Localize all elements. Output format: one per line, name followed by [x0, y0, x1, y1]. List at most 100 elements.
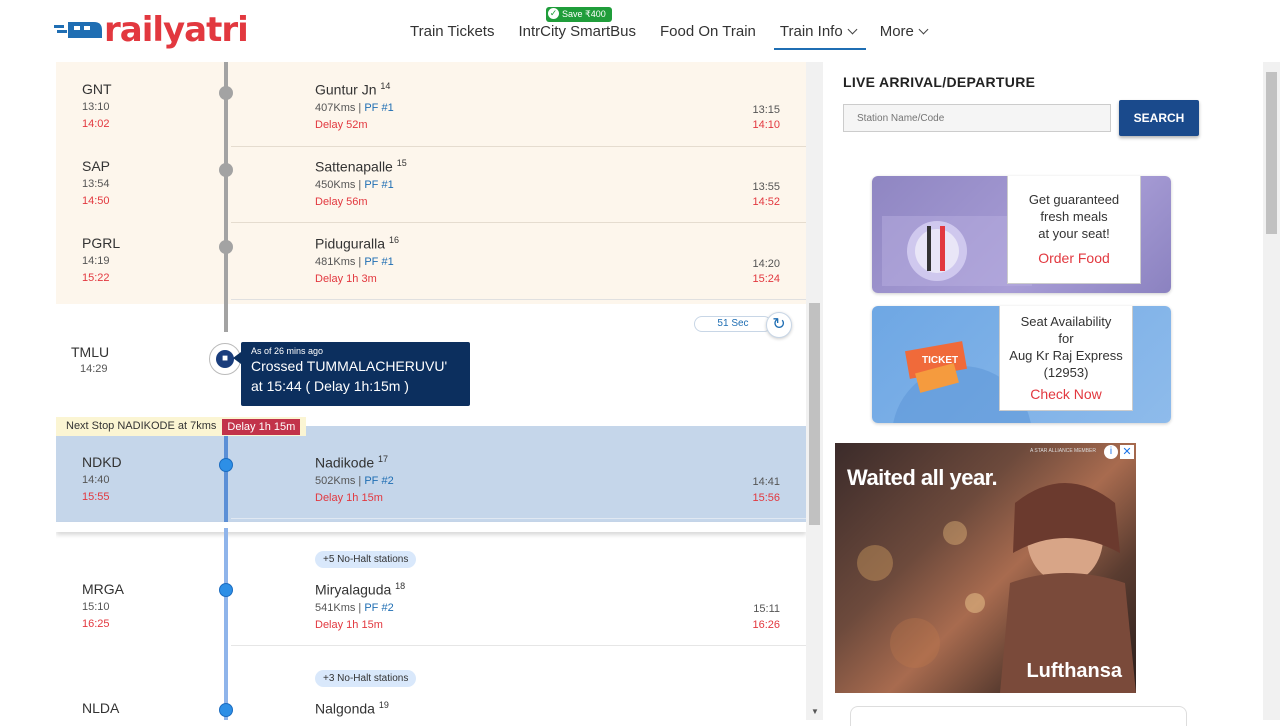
station-row-sap[interactable]: SAP 13:54 14:50 Sattenapalle 15 450Kms |… — [56, 147, 806, 223]
nav-train-info[interactable]: Train Info — [768, 0, 868, 62]
station-code: NDKD — [82, 454, 122, 470]
status-message: Crossed TUMMALACHERUVU' at 15:44 ( Delay… — [251, 358, 448, 394]
scheduled-arrival: 13:54 — [82, 178, 110, 190]
station-number: 16 — [388, 235, 399, 245]
check-now-link[interactable]: Check Now — [1000, 386, 1132, 403]
scheduled-departure: 15:11 — [753, 603, 780, 615]
station-dot — [219, 86, 233, 100]
distance-kms: 450Kms — [315, 179, 356, 191]
station-name-text: Piduguralla — [315, 235, 386, 252]
station-name: Miryalaguda 18 — [315, 581, 405, 598]
promo-card: Seat Availability for Aug Kr Raj Express… — [999, 306, 1133, 411]
no-halt-stations-badge[interactable]: +3 No-Halt stations — [315, 670, 417, 687]
scroll-down-arrow-icon[interactable]: ▼ — [811, 707, 819, 716]
promo-text-line: Seat Availability — [1020, 314, 1112, 329]
advertisement[interactable]: Waited all year. A STAR ALLIANCE MEMBER … — [835, 443, 1136, 693]
row-divider — [231, 645, 806, 646]
row-divider — [231, 518, 806, 519]
timeline-scrollbar[interactable]: ▼ — [806, 62, 823, 720]
timeline-upcoming-line — [224, 426, 228, 522]
actual-arrival: 14:02 — [82, 118, 110, 130]
actual-departure: 15:24 — [752, 273, 780, 285]
station-search-input[interactable] — [843, 104, 1111, 132]
logo[interactable]: railyatri — [54, 10, 249, 50]
scrollbar-thumb[interactable] — [809, 303, 820, 525]
nav-label: Train Info — [779, 22, 843, 40]
station-row-pgrl[interactable]: PGRL 14:19 15:22 Piduguralla 16 481Kms |… — [56, 223, 806, 299]
station-row-ndkd[interactable]: NDKD 14:40 15:55 Nadikode 17 502Kms | PF… — [56, 426, 806, 522]
actual-departure: 14:10 — [752, 119, 780, 131]
no-halt-stations-badge[interactable]: +5 No-Halt stations — [315, 551, 417, 568]
main-nav: Train Tickets IntrCity SmartBus Food On … — [398, 0, 939, 62]
station-number: 14 — [380, 81, 391, 91]
page-scrollbar[interactable] — [1263, 62, 1280, 720]
promo-text-line: for — [1058, 331, 1074, 346]
order-food-promo[interactable]: Get guaranteed fresh meals at your seat!… — [872, 176, 1171, 293]
seat-availability-promo[interactable]: TICKET Seat Availability for Aug Kr Raj … — [872, 306, 1171, 423]
station-name-text: Nadikode — [315, 454, 375, 471]
station-delay: Delay 1h 3m — [315, 273, 377, 285]
nav-more[interactable]: More — [868, 0, 939, 62]
order-food-link[interactable]: Order Food — [1008, 250, 1140, 267]
station-number: 19 — [378, 700, 389, 710]
scheduled-arrival: 14:19 — [82, 255, 110, 267]
actual-departure: 15:56 — [752, 492, 780, 504]
actual-arrival: 16:25 — [82, 618, 110, 630]
scheduled-departure: 13:55 — [752, 181, 780, 193]
nav-food-on-train[interactable]: Food On Train — [648, 0, 768, 62]
refresh-icon[interactable]: ↻ — [766, 312, 792, 338]
ticket-label: TICKET — [922, 355, 959, 366]
nav-train-tickets[interactable]: Train Tickets — [398, 0, 506, 62]
station-number: 18 — [395, 581, 406, 591]
promo-text-line: at your seat! — [1038, 226, 1110, 241]
actual-arrival: 14:50 — [82, 195, 110, 207]
scrollbar-thumb[interactable] — [1266, 72, 1277, 234]
station-code: PGRL — [82, 235, 121, 251]
actual-arrival: 15:22 — [82, 272, 110, 284]
station-name-text: Guntur Jn — [315, 81, 377, 98]
next-stop-bar: Next Stop NADIKODE at 7kms Delay 1h 15m — [56, 417, 307, 436]
station-delay: Delay 1h 15m — [315, 492, 383, 504]
platform-number: PF #1 — [364, 102, 394, 114]
logo-icon — [54, 22, 102, 38]
promo-text-line: fresh meals — [1040, 209, 1108, 224]
platform-number: PF #2 — [364, 602, 394, 614]
promo-card: Get guaranteed fresh meals at your seat!… — [1007, 176, 1141, 284]
close-icon[interactable]: ✕ — [1120, 445, 1134, 459]
station-row-gnt[interactable]: GNT 13:10 14:02 Guntur Jn 14 407Kms | PF… — [56, 62, 806, 147]
row-divider — [231, 299, 806, 300]
nav-label: Food On Train — [660, 22, 756, 40]
station-distance: 541Kms | PF #2 — [315, 602, 394, 614]
station-dot — [219, 163, 233, 177]
chevron-down-icon — [847, 24, 858, 34]
station-name-text: Nalgonda — [315, 700, 375, 717]
nav-intrcity-smartbus[interactable]: IntrCity SmartBus — [506, 0, 648, 62]
distance-kms: 407Kms — [315, 102, 356, 114]
chevron-down-icon — [918, 24, 929, 34]
info-icon[interactable]: i — [1104, 445, 1118, 459]
nav-label: Train Tickets — [410, 22, 495, 40]
station-row-mrga[interactable]: MRGA 15:10 16:25 Miryalaguda 18 541Kms |… — [56, 572, 806, 648]
nav-label: IntrCity SmartBus — [518, 22, 636, 40]
station-code: MRGA — [82, 581, 124, 597]
header: railyatri ✓ Save ₹400 Train Tickets Intr… — [0, 0, 1265, 62]
station-name-text: Miryalaguda — [315, 581, 392, 598]
actual-arrival: 15:55 — [82, 491, 110, 503]
station-dot — [219, 458, 233, 472]
station-dot — [219, 583, 233, 597]
sidebar: LIVE ARRIVAL/DEPARTURE SEARCH Get guaran… — [835, 62, 1215, 726]
station-code: GNT — [82, 81, 112, 97]
station-delay: Delay 1h 15m — [315, 619, 383, 631]
scheduled-arrival: 14:40 — [82, 474, 110, 486]
nav-label: More — [879, 22, 914, 40]
search-button[interactable]: SEARCH — [1119, 100, 1199, 136]
status-as-of: As of 26 mins ago — [251, 346, 324, 356]
current-block-shadow — [56, 522, 806, 532]
train-icon: ■ — [216, 350, 234, 368]
station-distance: 450Kms | PF #1 — [315, 179, 394, 191]
station-row-nlda[interactable]: NLDA Nalgonda 19 — [56, 692, 806, 720]
station-code: SAP — [82, 158, 111, 174]
station-delay: Delay 56m — [315, 196, 368, 208]
actual-departure: 16:26 — [752, 619, 780, 631]
station-number: 15 — [396, 158, 407, 168]
